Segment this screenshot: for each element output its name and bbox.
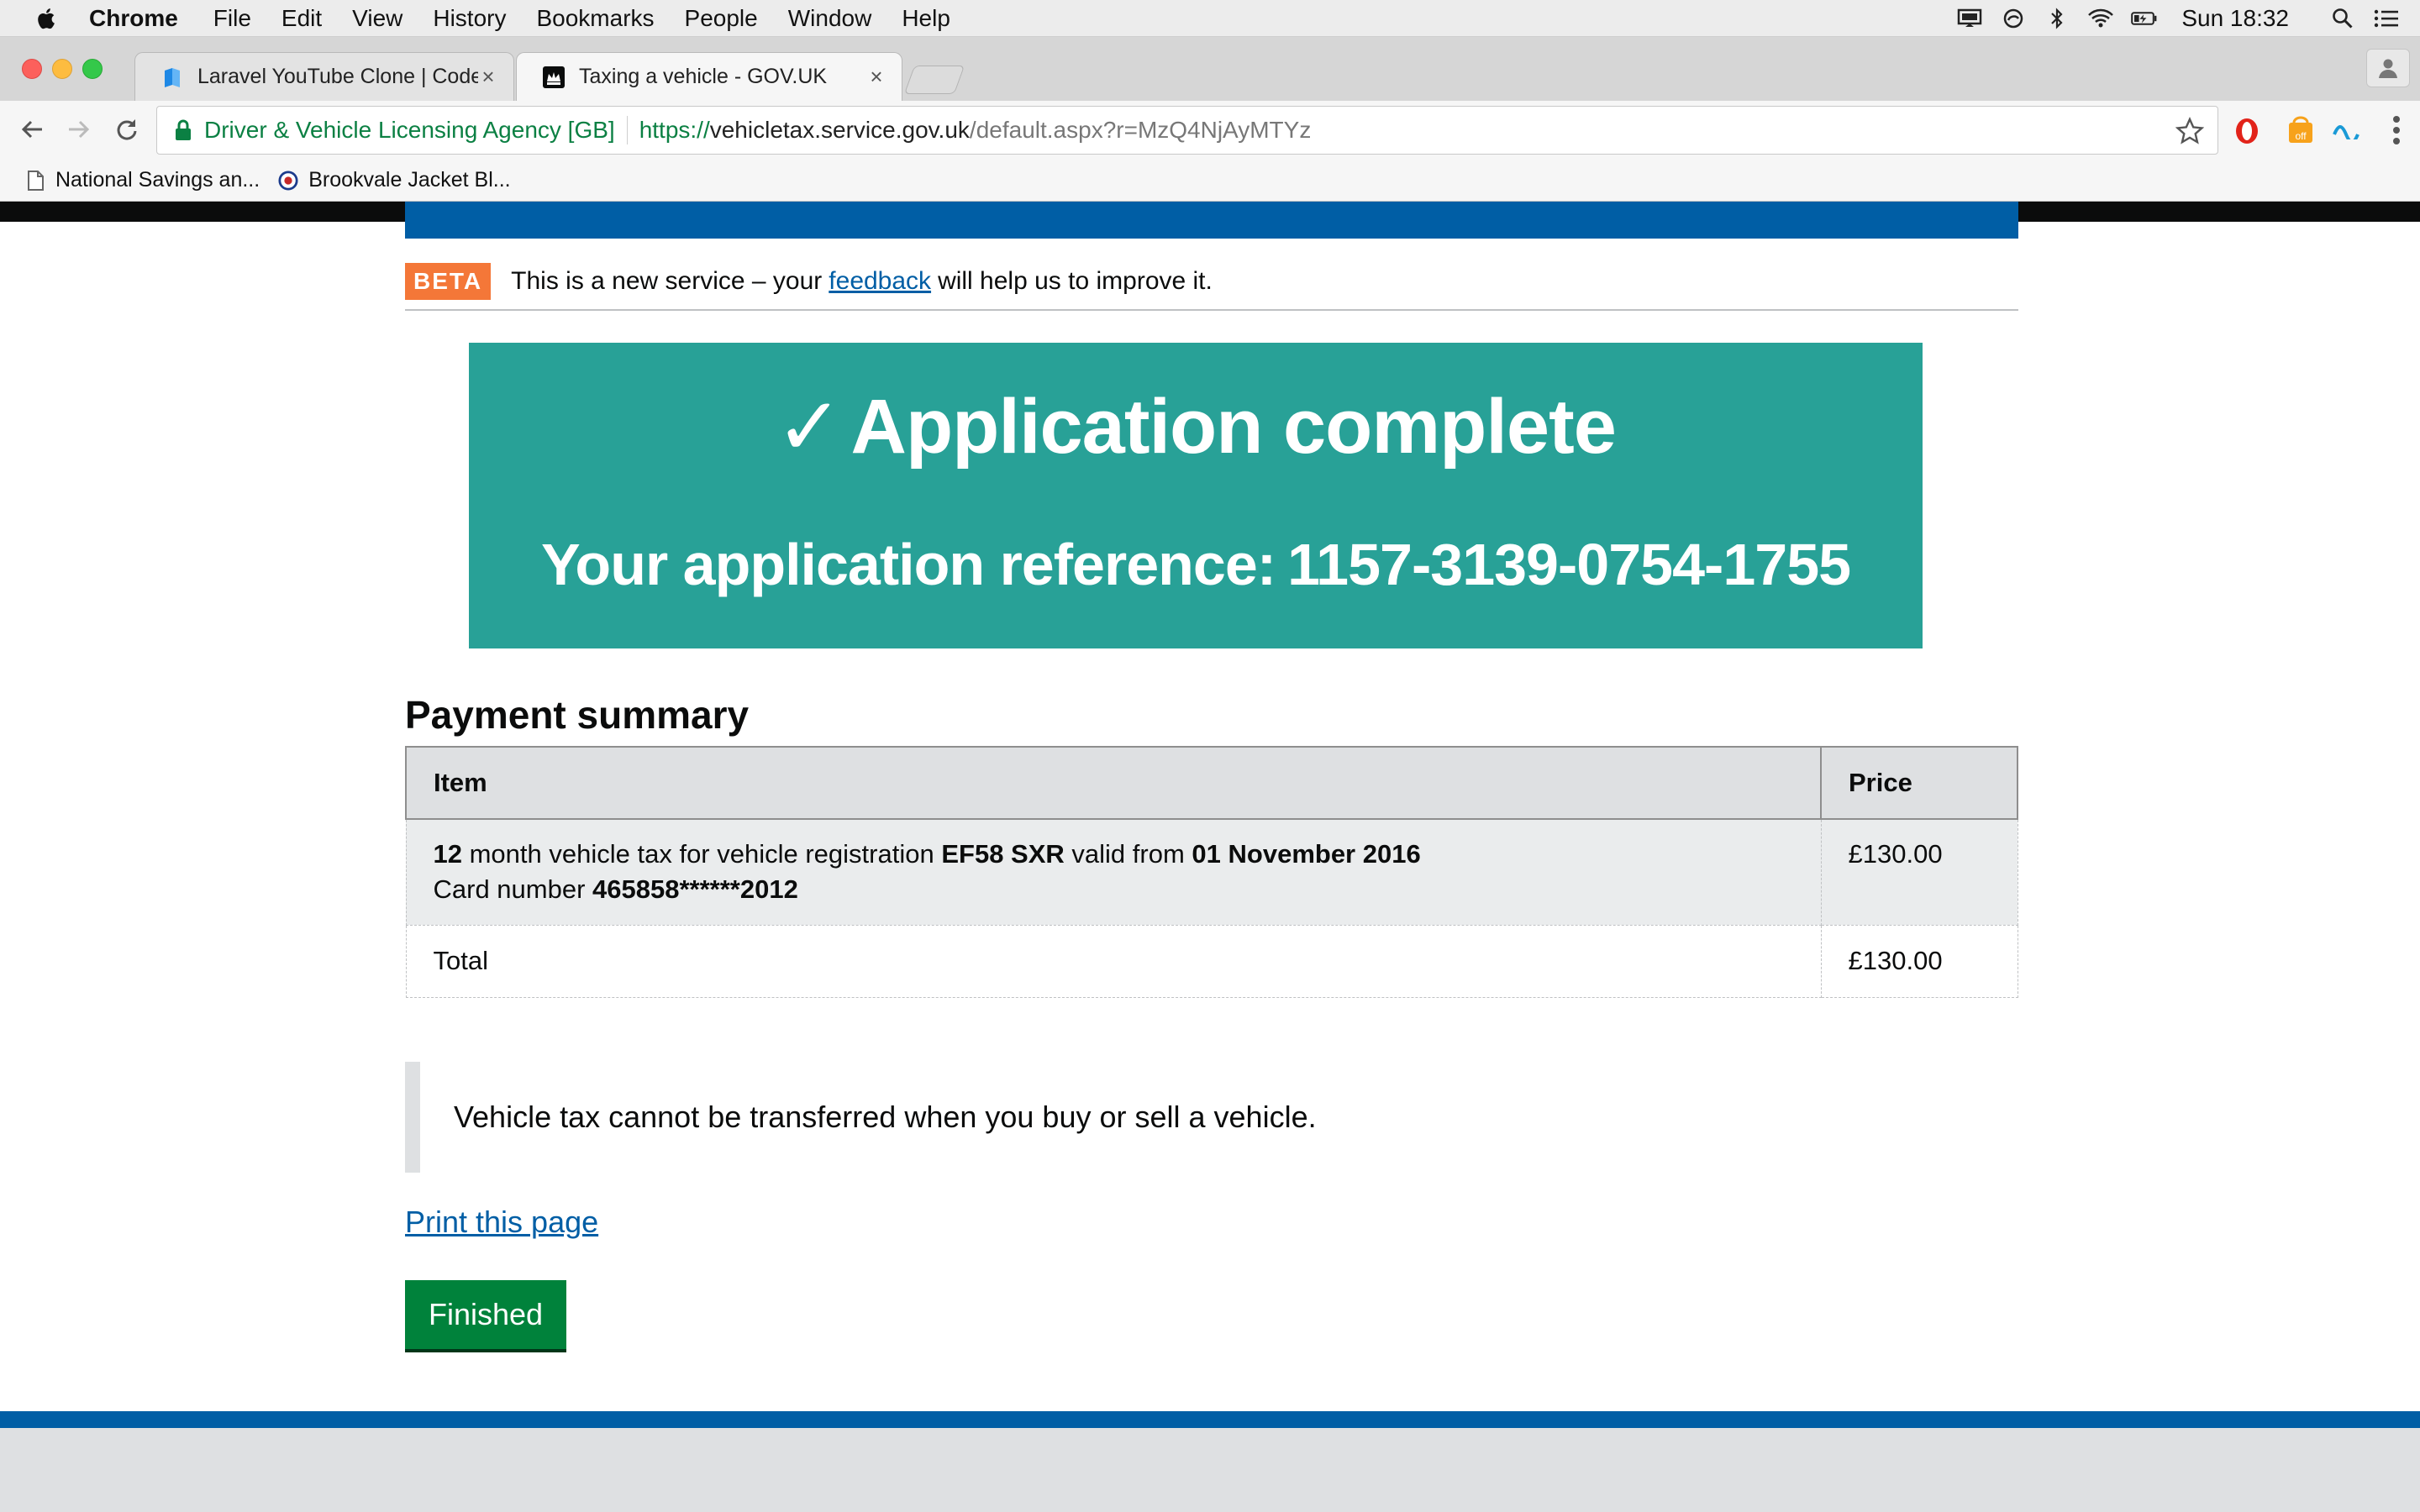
bookmark-brookvale-jacket[interactable]: Brookvale Jacket Bl... bbox=[278, 168, 511, 192]
checkmark-icon: ✓ bbox=[776, 382, 843, 472]
tab-title: Laravel YouTube Clone | Coder bbox=[197, 65, 478, 88]
card-number-label: Card number bbox=[433, 874, 586, 904]
bookmark-label: National Savings an... bbox=[55, 168, 260, 192]
bookmark-national-savings[interactable]: National Savings an... bbox=[25, 168, 260, 192]
vehicle-tax-notice: Vehicle tax cannot be transferred when y… bbox=[405, 1062, 1581, 1173]
bookmarks-bar: National Savings an... Brookvale Jacket … bbox=[0, 160, 2420, 202]
valid-from-date: 01 November 2016 bbox=[1192, 839, 1421, 869]
browser-tab-strip: Laravel YouTube Clone | Coder × Taxing a… bbox=[0, 37, 2420, 101]
table-header-row: Item Price bbox=[405, 746, 2018, 820]
page-footer bbox=[0, 1428, 2420, 1512]
footer-top-border bbox=[0, 1411, 2420, 1428]
menu-app-chrome[interactable]: Chrome bbox=[89, 5, 178, 32]
person-icon bbox=[2379, 59, 2397, 78]
menu-file[interactable]: File bbox=[213, 5, 251, 32]
column-header-price: Price bbox=[1820, 746, 2018, 820]
payment-summary-heading: Payment summary bbox=[405, 693, 750, 737]
notification-center-icon[interactable] bbox=[2373, 8, 2400, 29]
table-row-total: Total £130.00 bbox=[405, 924, 2018, 998]
item-months: 12 bbox=[433, 839, 462, 869]
menu-window[interactable]: Window bbox=[788, 5, 872, 32]
phase-banner: BETA This is a new service – your feedba… bbox=[405, 254, 2018, 311]
wifi-icon[interactable] bbox=[2087, 8, 2114, 29]
spotlight-search-icon[interactable] bbox=[2329, 8, 2356, 29]
close-tab-icon[interactable]: × bbox=[478, 64, 498, 90]
beta-text-after: will help us to improve it. bbox=[938, 267, 1213, 295]
window-close-button[interactable] bbox=[22, 59, 42, 79]
service-header-bar bbox=[405, 202, 2018, 239]
menu-edit[interactable]: Edit bbox=[281, 5, 322, 32]
confirmation-title: ✓ Application complete bbox=[469, 380, 1923, 474]
menu-help[interactable]: Help bbox=[902, 5, 950, 32]
menubar-clock[interactable]: Sun 18:32 bbox=[2181, 5, 2289, 32]
table-row: 12 month vehicle tax for vehicle registr… bbox=[405, 818, 2018, 926]
menu-bookmarks[interactable]: Bookmarks bbox=[536, 5, 654, 32]
lock-icon[interactable] bbox=[174, 119, 192, 141]
beta-text-before: This is a new service – your bbox=[511, 267, 823, 295]
address-separator bbox=[626, 116, 628, 144]
menu-people[interactable]: People bbox=[685, 5, 758, 32]
screen-mirror-icon[interactable] bbox=[1956, 8, 1983, 29]
item-price: £130.00 bbox=[1820, 818, 2018, 926]
total-price: £130.00 bbox=[1820, 924, 2018, 998]
confirmation-panel: ✓ Application complete Your application … bbox=[469, 343, 1923, 648]
close-tab-icon[interactable]: × bbox=[866, 64, 886, 90]
bookmark-label: Brookvale Jacket Bl... bbox=[308, 168, 511, 192]
profile-button[interactable] bbox=[2366, 49, 2410, 87]
column-header-item: Item bbox=[405, 746, 1822, 820]
apple-logo-icon[interactable] bbox=[35, 7, 55, 30]
page-icon bbox=[28, 170, 44, 191]
tab-taxing-a-vehicle[interactable]: Taxing a vehicle - GOV.UK × bbox=[516, 52, 902, 101]
sync-icon[interactable] bbox=[2000, 8, 2027, 29]
wave-extension-icon[interactable] bbox=[2331, 116, 2361, 146]
chrome-menu-icon[interactable] bbox=[2393, 116, 2402, 144]
confirmation-title-text: Application complete bbox=[850, 383, 1617, 470]
tab-title: Taxing a vehicle - GOV.UK bbox=[579, 65, 828, 88]
site-identity[interactable]: Driver & Vehicle Licensing Agency [GB] bbox=[204, 117, 615, 144]
item-text: month vehicle tax for vehicle registrati… bbox=[469, 839, 934, 869]
finished-button[interactable]: Finished bbox=[405, 1280, 567, 1349]
total-label: Total bbox=[405, 924, 1822, 998]
vehicle-registration: EF58 SXR bbox=[941, 839, 1065, 869]
address-bar[interactable]: Driver & Vehicle Licensing Agency [GB] h… bbox=[156, 106, 2218, 155]
crown-icon bbox=[543, 66, 565, 88]
url-path: /default.aspx?r=MzQ4NjAyMTYz bbox=[969, 117, 1312, 143]
reference-label: Your application reference: bbox=[540, 532, 1276, 597]
new-tab-button[interactable] bbox=[903, 66, 965, 94]
url-scheme: https:// bbox=[639, 117, 710, 143]
url-host: vehicletax.service.gov.uk bbox=[709, 117, 970, 143]
card-number-value: 465858******2012 bbox=[592, 874, 798, 904]
item-valid-text: valid from bbox=[1071, 839, 1185, 869]
beta-tag: BETA bbox=[405, 263, 492, 300]
feedback-link[interactable]: feedback bbox=[829, 267, 931, 296]
application-reference: Your application reference: 1157-3139-075… bbox=[469, 531, 1923, 598]
window-minimize-button[interactable] bbox=[52, 59, 72, 79]
window-zoom-button[interactable] bbox=[82, 59, 103, 79]
payment-summary-table: Item Price 12 month vehicle tax for vehi… bbox=[405, 746, 2018, 998]
coupon-extension-icon[interactable]: off bbox=[2286, 116, 2316, 146]
battery-icon[interactable] bbox=[2131, 8, 2158, 29]
site-icon bbox=[278, 170, 298, 191]
menubar-status-area: Sun 18:32 bbox=[1939, 0, 2400, 37]
browser-toolbar: Driver & Vehicle Licensing Agency [GB] h… bbox=[0, 101, 2420, 160]
page-viewport: BETA This is a new service – your feedba… bbox=[0, 202, 2420, 1512]
reference-value: 1157-3139-0754-1755 bbox=[1287, 532, 1851, 597]
item-description: 12 month vehicle tax for vehicle registr… bbox=[405, 818, 1822, 926]
back-arrow-icon[interactable] bbox=[15, 113, 49, 146]
forward-arrow-icon[interactable] bbox=[62, 113, 96, 146]
reload-icon[interactable] bbox=[109, 113, 143, 146]
menu-history[interactable]: History bbox=[433, 5, 506, 32]
book-icon bbox=[165, 67, 180, 87]
macos-menu-bar: Chrome File Edit View History Bookmarks … bbox=[0, 0, 2420, 37]
menu-view[interactable]: View bbox=[352, 5, 402, 32]
print-page-link[interactable]: Print this page bbox=[405, 1205, 598, 1240]
opera-extension-icon[interactable] bbox=[2232, 116, 2262, 146]
bluetooth-icon[interactable] bbox=[2044, 8, 2070, 29]
bookmark-star-icon[interactable] bbox=[2175, 117, 2204, 145]
tab-laravel-youtube-clone[interactable]: Laravel YouTube Clone | Coder × bbox=[134, 52, 514, 101]
extension-badge: off bbox=[2295, 130, 2307, 142]
